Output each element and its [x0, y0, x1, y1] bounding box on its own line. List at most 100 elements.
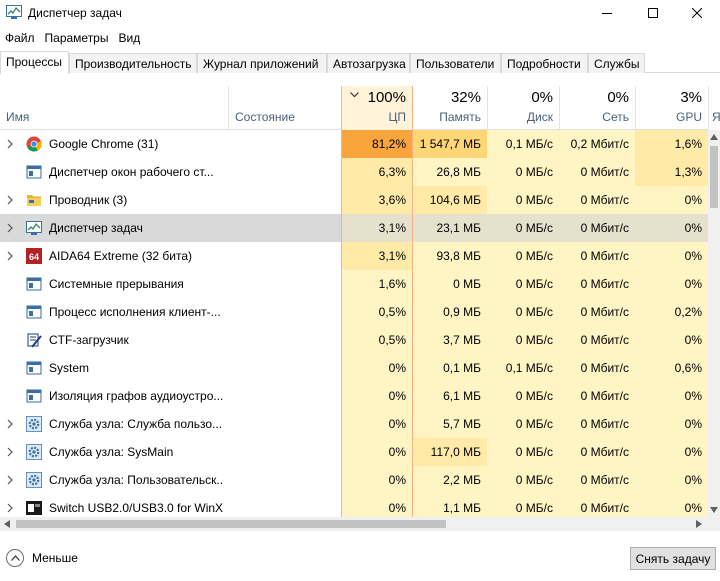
- chevron-right-icon[interactable]: [6, 223, 14, 233]
- table-row[interactable]: Google Chrome (31) 81,2% 1 547,7 МБ 0,1 МБ/…: [0, 130, 708, 158]
- chevron-right-icon[interactable]: [6, 475, 14, 485]
- system-icon: [26, 388, 42, 404]
- table-row[interactable]: Служба узла: SysMain 0% 117,0 МБ 0 МБ/с 0 Мб…: [0, 438, 708, 466]
- column-memory[interactable]: 32% Память: [413, 86, 487, 130]
- column-status[interactable]: Состояние: [228, 86, 341, 130]
- tab-startup[interactable]: Автозагрузка: [327, 53, 410, 73]
- minimize-icon: [602, 13, 612, 14]
- chevron-down-icon: [350, 92, 359, 98]
- process-gpu: 0%: [635, 494, 708, 517]
- process-gpu: 0,6%: [635, 354, 708, 382]
- table-row[interactable]: Проводник (3) 3,6% 104,6 МБ 0 МБ/с 0 Мбит/с 0…: [0, 186, 708, 214]
- tab-users[interactable]: Пользователи: [410, 53, 501, 73]
- process-gpu: 0%: [635, 410, 708, 438]
- process-memory: 6,1 МБ: [413, 382, 487, 410]
- task-manager-icon: [6, 5, 22, 19]
- process-memory: 0,9 МБ: [413, 298, 487, 326]
- svg-text:64: 64: [29, 252, 39, 262]
- horizontal-scroll-thumb[interactable]: [16, 520, 446, 528]
- menu-bar: Файл Параметры Вид: [0, 28, 720, 48]
- table-row[interactable]: Диспетчер задач 3,1% 23,1 МБ 0 МБ/с 0 Мбит/с…: [0, 214, 708, 242]
- chevron-right-icon[interactable]: [6, 251, 14, 261]
- column-gpu[interactable]: 3% GPU: [635, 86, 708, 130]
- table-row[interactable]: System 0% 0,1 МБ 0,1 МБ/с 0 Мбит/с 0,6%: [0, 354, 708, 382]
- process-cpu: 0%: [341, 438, 413, 466]
- system-icon: [26, 304, 42, 320]
- menu-view[interactable]: Вид: [113, 28, 145, 48]
- column-gpu-engine[interactable]: Я: [708, 86, 720, 130]
- process-memory: 93,8 МБ: [413, 242, 487, 270]
- table-row[interactable]: Служба узла: Пользовательск... 0% 2,2 МБ 0 …: [0, 466, 708, 494]
- process-memory: 23,1 МБ: [413, 214, 487, 242]
- minimize-button[interactable]: [584, 0, 630, 26]
- fewer-details-button[interactable]: Меньше: [6, 549, 78, 567]
- column-cpu-label: ЦП: [388, 110, 406, 124]
- process-memory: 5,7 МБ: [413, 410, 487, 438]
- process-network: 0 Мбит/с: [559, 466, 635, 494]
- table-row[interactable]: Изоляция графов аудиоустро... 0% 6,1 МБ 0 М…: [0, 382, 708, 410]
- process-disk: 0 МБ/с: [487, 410, 559, 438]
- close-button[interactable]: [674, 0, 720, 26]
- chevron-right-icon[interactable]: [6, 195, 14, 205]
- process-network: 0 Мбит/с: [559, 186, 635, 214]
- process-disk: 0 МБ/с: [487, 466, 559, 494]
- close-icon: [692, 8, 702, 18]
- column-disk-percent: 0%: [531, 89, 553, 106]
- table-row[interactable]: 64 AIDA64 Extreme (32 бита) 3,1% 93,8 МБ 0 М…: [0, 242, 708, 270]
- process-cpu: 0%: [341, 494, 413, 517]
- vertical-scrollbar[interactable]: [708, 130, 720, 517]
- table-row[interactable]: Системные прерывания 1,6% 0 МБ 0 МБ/с 0 Мбит…: [0, 270, 708, 298]
- end-task-button[interactable]: Снять задачу: [630, 547, 716, 570]
- folder-icon: [26, 192, 42, 208]
- horizontal-scrollbar[interactable]: [0, 517, 708, 531]
- column-network-percent: 0%: [607, 89, 629, 106]
- process-disk: 0,1 МБ/с: [487, 130, 559, 158]
- tab-app-history[interactable]: Журнал приложений: [197, 53, 327, 73]
- column-name[interactable]: Имя: [0, 86, 228, 130]
- column-gpu-percent: 3%: [680, 89, 702, 106]
- tab-strip: Процессы Производительность Журнал прило…: [0, 51, 720, 74]
- maximize-button[interactable]: [630, 0, 676, 26]
- tab-services[interactable]: Службы: [588, 53, 645, 73]
- process-network: 0 Мбит/с: [559, 410, 635, 438]
- gear-icon: [26, 416, 42, 432]
- chevron-right-icon[interactable]: [6, 139, 14, 149]
- column-gpu-engine-label: Я: [712, 110, 720, 124]
- process-name: Служба узла: Пользовательск...: [49, 473, 224, 487]
- menu-options[interactable]: Параметры: [40, 28, 114, 48]
- process-disk: 0 МБ/с: [487, 298, 559, 326]
- scroll-right-icon: [696, 520, 702, 528]
- process-network: 0 Мбит/с: [559, 158, 635, 186]
- scroll-down-icon: [710, 507, 718, 513]
- table-row[interactable]: CTF-загрузчик 0,5% 3,7 МБ 0 МБ/с 0 Мбит/с 0%: [0, 326, 708, 354]
- process-name: AIDA64 Extreme (32 бита): [49, 249, 192, 263]
- column-status-label: Состояние: [235, 110, 295, 124]
- column-cpu[interactable]: 100% ЦП: [341, 86, 413, 130]
- tab-performance[interactable]: Производительность: [69, 53, 197, 73]
- process-gpu: 0%: [635, 466, 708, 494]
- process-name: Процесс исполнения клиент-...: [49, 305, 221, 319]
- process-network: 0 Мбит/с: [559, 438, 635, 466]
- chevron-right-icon[interactable]: [6, 447, 14, 457]
- menu-file[interactable]: Файл: [0, 28, 40, 48]
- column-disk[interactable]: 0% Диск: [487, 86, 559, 130]
- table-row[interactable]: Диспетчер окон рабочего ст... 6,3% 26,8 МБ…: [0, 158, 708, 186]
- title-bar[interactable]: Диспетчер задач: [0, 0, 720, 26]
- process-network: 0 Мбит/с: [559, 494, 635, 517]
- chevron-right-icon[interactable]: [6, 503, 14, 513]
- table-row[interactable]: Switch USB2.0/USB3.0 for WinX... 0% 1,1 МБ…: [0, 494, 708, 517]
- table-row[interactable]: Служба узла: Служба пользо... 0% 5,7 МБ 0 М…: [0, 410, 708, 438]
- tab-details[interactable]: Подробности: [501, 53, 588, 73]
- task-manager-icon: [26, 220, 42, 236]
- process-memory: 117,0 МБ: [413, 438, 487, 466]
- process-network: 0,2 Мбит/с: [559, 130, 635, 158]
- chevron-right-icon[interactable]: [6, 419, 14, 429]
- system-icon: [26, 276, 42, 292]
- tab-processes[interactable]: Процессы: [0, 51, 69, 74]
- process-disk: 0 МБ/с: [487, 270, 559, 298]
- vertical-scroll-thumb[interactable]: [710, 146, 718, 208]
- process-name: Switch USB2.0/USB3.0 for WinX...: [49, 501, 224, 515]
- process-cpu: 6,3%: [341, 158, 413, 186]
- column-network[interactable]: 0% Сеть: [559, 86, 635, 130]
- table-row[interactable]: Процесс исполнения клиент-... 0,5% 0,9 МБ 0…: [0, 298, 708, 326]
